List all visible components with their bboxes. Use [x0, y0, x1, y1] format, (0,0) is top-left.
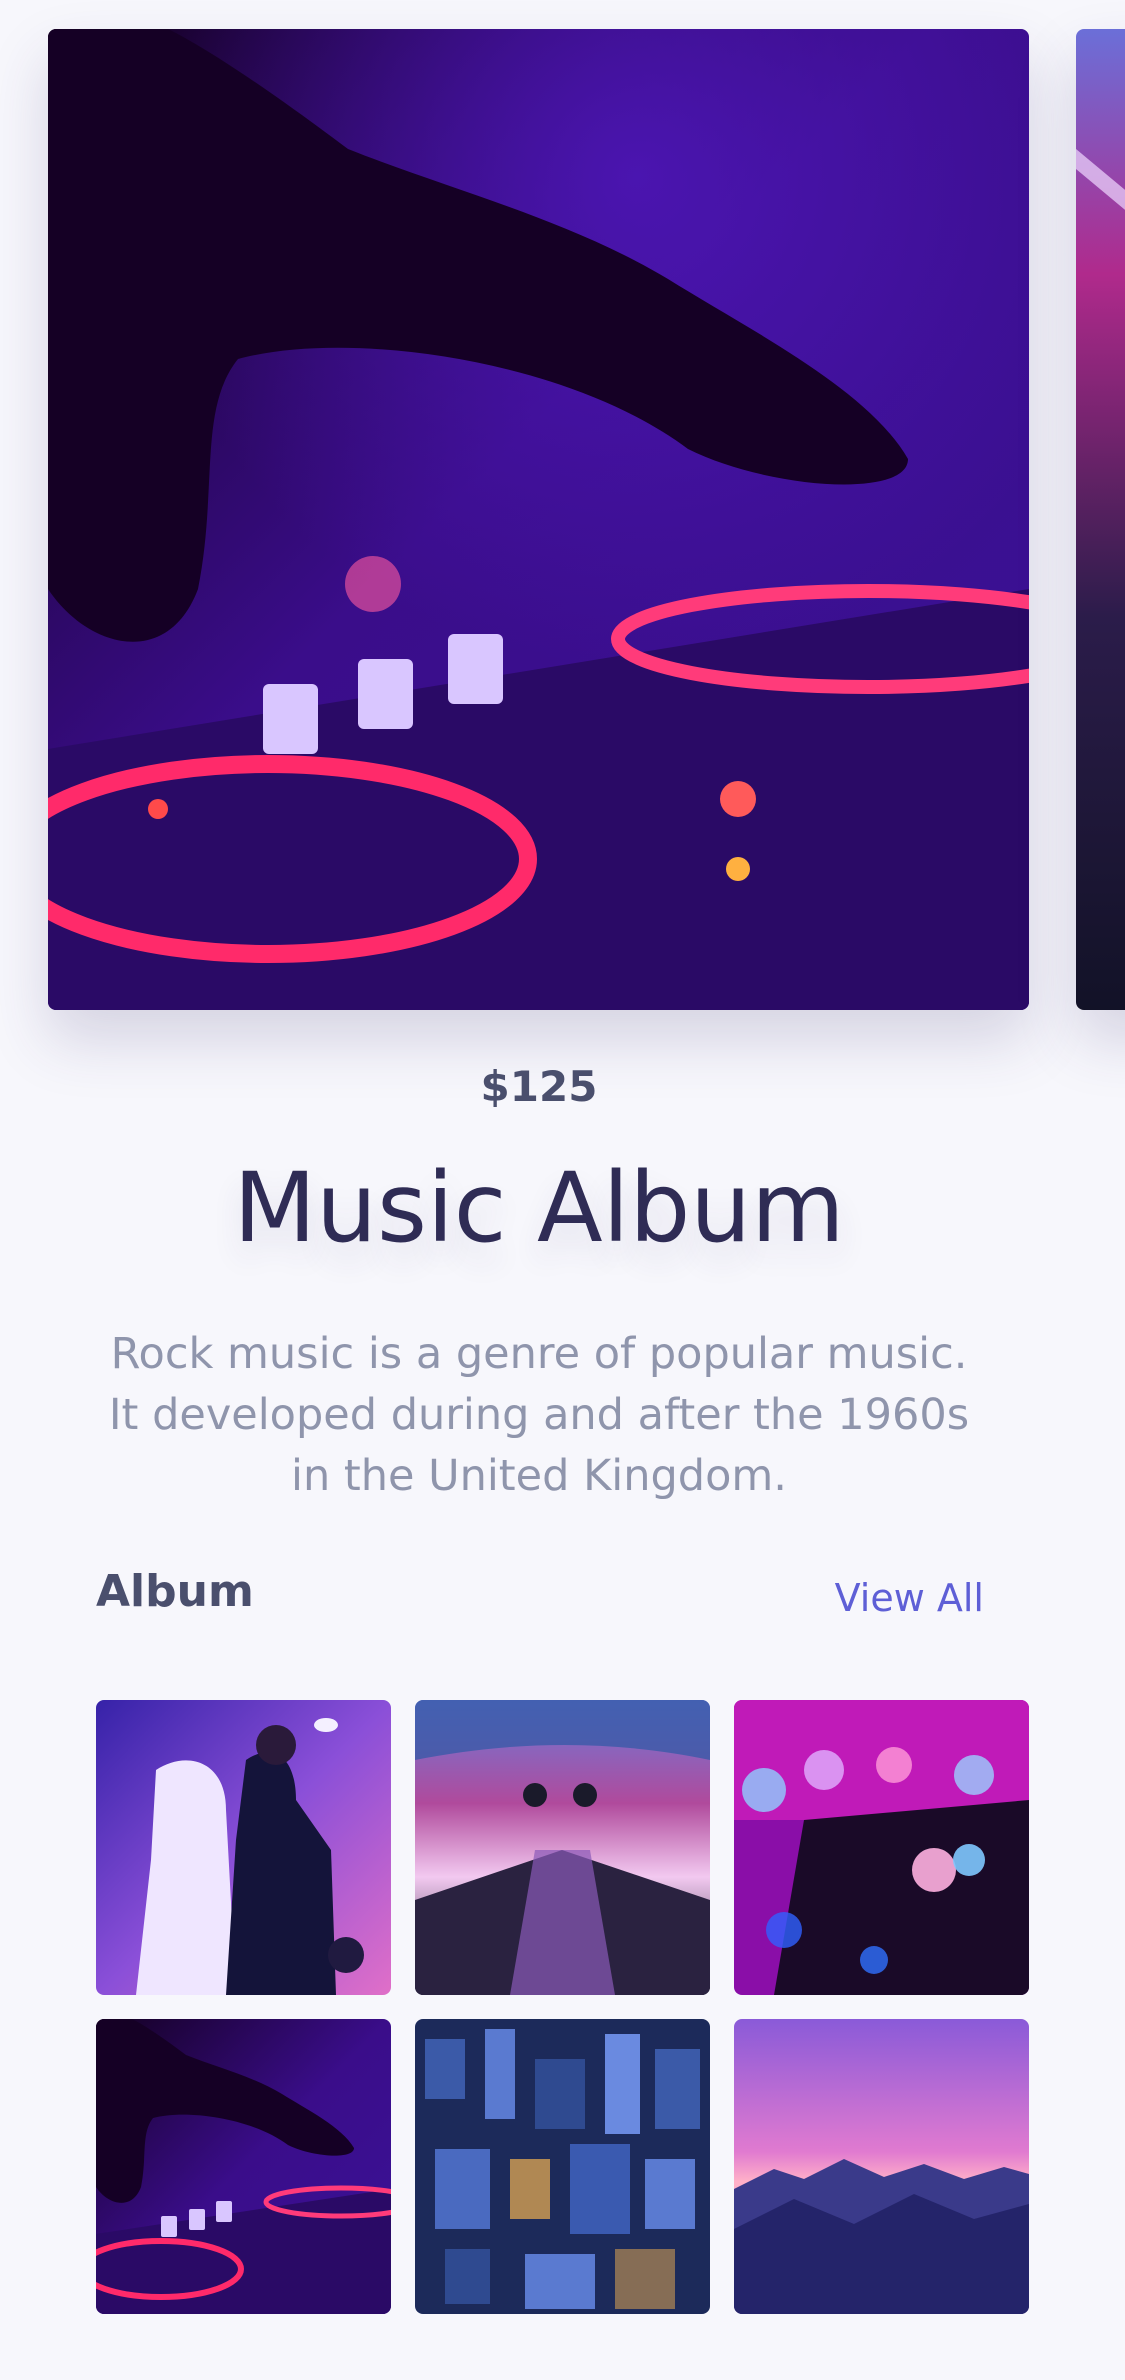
album-thumb-dj[interactable]: [96, 2019, 391, 2314]
neon-corridor-image: [415, 1700, 710, 1995]
album-thumb-mountains[interactable]: [734, 2019, 1029, 2314]
hero-image-dj-turntable[interactable]: [48, 29, 1029, 1010]
city-night-image: [415, 2019, 710, 2314]
mountain-sunset-image: [734, 2019, 1029, 2314]
couple-dancing-image: [96, 1700, 391, 1995]
view-all-link[interactable]: View All: [835, 1576, 984, 1620]
product-detail-page: $125 Music Album Rock music is a genre o…: [0, 0, 1125, 2380]
dj-turntable-image: [96, 2019, 391, 2314]
album-section-header: Album View All: [96, 1560, 1030, 1630]
album-heading: Album: [96, 1566, 254, 1617]
purple-crystals-image: [734, 1700, 1029, 1995]
dj-turntable-image: [48, 29, 1029, 1010]
album-thumb-crystals[interactable]: [734, 1700, 1029, 1995]
product-description: Rock music is a genre of popular music. …: [108, 1329, 970, 1501]
neon-corridor-image: [1076, 29, 1125, 1010]
album-thumb-couple[interactable]: [96, 1700, 391, 1995]
price-label: $125: [480, 1062, 598, 1111]
product-title: Music Album: [233, 1152, 845, 1264]
hero-next-card[interactable]: [1076, 29, 1125, 1010]
album-thumb-city[interactable]: [415, 2019, 710, 2314]
album-thumb-corridor[interactable]: [415, 1700, 710, 1995]
